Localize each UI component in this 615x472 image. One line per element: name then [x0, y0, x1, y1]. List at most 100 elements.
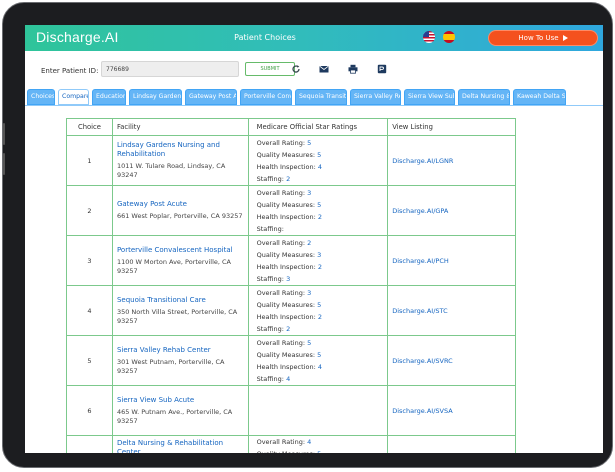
ratings-cell: Overall Rating: 4 Quality Measures: 5	[247, 435, 389, 453]
brand-logo[interactable]: Discharge.AI	[36, 29, 119, 45]
submit-button[interactable]: SUBMIT	[245, 62, 295, 76]
header-view-listing: View Listing	[387, 118, 516, 136]
ratings-cell: Overall Rating: 3 Quality Measures: 5 He…	[247, 285, 389, 336]
facility-address: 1011 W. Tulare Road, Lindsay, CA 93247	[116, 162, 226, 179]
facility-cell: Gateway Post Acute 661 West Poplar, Port…	[111, 185, 249, 236]
play-icon	[562, 35, 568, 41]
staffing-value: 2	[286, 174, 291, 183]
choice-number: 2	[66, 185, 113, 236]
view-listing-cell: Discharge.AI/GPA	[387, 185, 516, 236]
tab-education[interactable]: Education	[92, 89, 126, 105]
pdf-icon[interactable]	[376, 63, 388, 75]
ratings-cell: Overall Rating: 3 Quality Measures: 5 He…	[247, 185, 389, 236]
view-listing-link[interactable]: Discharge.AI/LGNR	[392, 157, 453, 165]
facility-name[interactable]: Sierra View Sub Acute	[117, 396, 244, 405]
health-inspection-value: 4	[317, 362, 322, 371]
quality-measures-value: 5	[317, 450, 321, 453]
tab-choices[interactable]: Choices	[27, 89, 55, 105]
view-listing-cell: Discharge.AI/LGNR	[387, 135, 516, 186]
facility-name[interactable]: Delta Nursing & Rehabilitation Center	[117, 439, 244, 453]
choice-number: 4	[66, 285, 113, 336]
view-listing-link[interactable]: Discharge.AI/SVSA	[392, 407, 452, 415]
staffing-label: Staffing:	[256, 174, 284, 183]
facility-name[interactable]: Lindsay Gardens Nursing and Rehabilitati…	[117, 141, 244, 159]
health-inspection-value: 2	[317, 262, 322, 271]
quality-measures-value: 5	[317, 300, 322, 309]
how-to-use-button[interactable]: How To Use	[488, 30, 598, 46]
overall-rating-value: 2	[307, 238, 312, 247]
ratings-cell: Overall Rating: 2 Quality Measures: 3 He…	[247, 235, 389, 286]
tab-kaweah-delta[interactable]: Kaweah Delta Sk	[513, 89, 566, 105]
facility-address: 1100 W Morton Ave, Porterville, CA 93257	[116, 257, 231, 275]
table-row: 4 Sequoia Transitional Care 350 North Vi…	[66, 285, 516, 336]
view-listing-link[interactable]: Discharge.AI/PCH	[392, 257, 449, 265]
tab-compare[interactable]: Compare	[58, 89, 89, 105]
header-facility: Facility	[111, 118, 249, 136]
table-row: 5 Sierra Valley Rehab Center 301 West Pu…	[66, 335, 516, 386]
view-listing-link[interactable]: Discharge.AI/SVRC	[392, 357, 452, 365]
staffing-value: 4	[286, 374, 291, 383]
page-title: Patient Choices	[234, 33, 296, 42]
tab-lindsay-gardens[interactable]: Lindsay Gardens	[129, 89, 182, 105]
overall-rating-label: Overall Rating:	[256, 138, 306, 147]
app-header: Discharge.AI Patient Choices How To Use	[25, 25, 603, 51]
header-choice: Choice	[66, 118, 113, 136]
tab-porterville-convalescent[interactable]: Porterville Conva	[240, 89, 292, 105]
choice-number: 5	[66, 335, 113, 386]
us-flag-icon[interactable]	[423, 31, 435, 43]
facility-cell: Sierra View Sub Acute 465 W. Putnam Ave.…	[111, 385, 249, 436]
tab-gateway-post-acute[interactable]: Gateway Post Ac	[185, 89, 237, 105]
tab-sierra-view-sub-acute[interactable]: Sierra View Sub A	[404, 89, 455, 105]
patient-id-input[interactable]	[101, 61, 239, 77]
quality-measures-value: 3	[317, 250, 322, 259]
view-listing-link[interactable]: Discharge.AI/GPA	[392, 207, 448, 215]
volume-button	[3, 153, 5, 175]
facility-name[interactable]: Sequoia Transitional Care	[117, 296, 244, 305]
app-screen: Discharge.AI Patient Choices How To Use …	[25, 25, 603, 453]
compare-table: Choice Facility Medicare Official Star R…	[66, 118, 516, 453]
quality-measures-label: Quality Measures:	[256, 150, 316, 159]
refresh-icon[interactable]	[290, 63, 302, 75]
volume-button	[3, 123, 5, 145]
overall-rating-label: Overall Rating:	[256, 338, 306, 347]
facility-name[interactable]: Gateway Post Acute	[117, 200, 244, 209]
choice-number	[66, 435, 113, 453]
ratings-cell: Overall Rating: 5 Quality Measures: 5 He…	[247, 135, 389, 186]
facility-name[interactable]: Porterville Convalescent Hospital	[117, 246, 244, 255]
tab-delta-nursing[interactable]: Delta Nursing &	[458, 89, 510, 105]
view-listing-cell: Discharge.AI/SVSA	[387, 385, 516, 436]
table-row: 6 Sierra View Sub Acute 465 W. Putnam Av…	[66, 385, 516, 436]
view-listing-cell	[387, 435, 516, 453]
view-listing-cell: Discharge.AI/PCH	[387, 235, 516, 286]
overall-rating-value: 3	[307, 188, 312, 197]
spain-flag-icon[interactable]	[443, 31, 455, 43]
facility-cell: Sequoia Transitional Care 350 North Vill…	[111, 285, 249, 336]
how-to-use-label: How To Use	[518, 34, 559, 42]
ratings-cell: Overall Rating: 5 Quality Measures: 5 He…	[247, 335, 389, 386]
table-row: Delta Nursing & Rehabilitation Center Ov…	[66, 435, 516, 453]
health-inspection-label: Health Inspection:	[256, 312, 316, 321]
health-inspection-value: 4	[317, 162, 322, 171]
overall-rating-value: 5	[307, 138, 312, 147]
health-inspection-label: Health Inspection:	[256, 212, 316, 221]
tab-sequoia-transitional[interactable]: Sequoia Transitic	[295, 89, 347, 105]
overall-rating-label: Overall Rating:	[256, 288, 306, 297]
facility-name[interactable]: Sierra Valley Rehab Center	[117, 346, 244, 355]
staffing-value: 3	[286, 274, 291, 283]
health-inspection-label: Health Inspection:	[256, 162, 316, 171]
header-star-ratings: Medicare Official Star Ratings	[247, 118, 389, 136]
mail-icon[interactable]	[318, 63, 330, 75]
quality-measures-value: 5	[317, 200, 322, 209]
tab-sierra-valley-rehab[interactable]: Sierra Valley Reh	[350, 89, 401, 105]
overall-rating-value: 5	[307, 338, 312, 347]
quality-measures-label: Quality Measures:	[257, 450, 316, 453]
health-inspection-value: 2	[317, 212, 322, 221]
print-icon[interactable]	[347, 63, 359, 75]
tablet-frame: Discharge.AI Patient Choices How To Use …	[2, 2, 613, 468]
table-row: 3 Porterville Convalescent Hospital 1100…	[66, 235, 516, 286]
facility-address: 301 West Putnam, Porterville, CA 93257	[116, 357, 225, 375]
staffing-label: Staffing:	[256, 324, 284, 333]
health-inspection-value: 2	[317, 312, 322, 321]
view-listing-link[interactable]: Discharge.AI/STC	[392, 307, 447, 315]
facility-cell: Delta Nursing & Rehabilitation Center	[111, 435, 249, 453]
